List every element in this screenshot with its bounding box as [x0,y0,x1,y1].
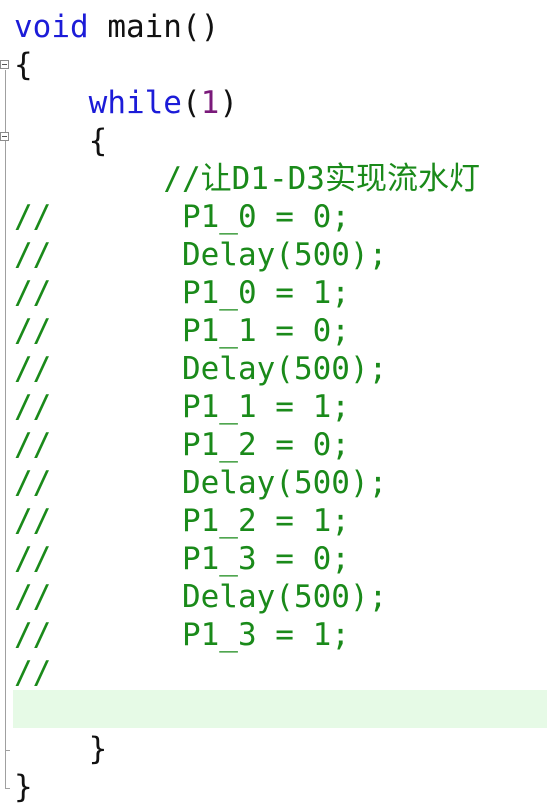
code-line[interactable]: // P1_0 = 1; [14,274,350,312]
code-line[interactable]: // P1_0 = 0; [14,198,350,236]
code-line[interactable]: void main() [14,8,219,46]
code-line[interactable]: // P1_1 = 0; [14,312,350,350]
commented-code: // [14,655,52,691]
fold-guide-line [5,70,6,788]
code-line[interactable]: // P1_3 = 1; [14,616,350,654]
open-brace: { [88,123,108,159]
code-line[interactable]: { [14,46,33,84]
code-line[interactable]: } [14,768,33,806]
current-line-highlight [13,690,547,728]
code-line[interactable]: //让D1-D3实现流水灯 [14,160,480,198]
code-editor[interactable]: void main() { while(1) { //让D1-D3实现流水灯 /… [0,0,547,808]
close-brace: } [88,731,108,767]
code-line[interactable]: // [14,654,51,692]
number-literal: 1 [200,85,220,121]
code-line[interactable]: while(1) [14,84,238,122]
commented-code: // P1_3 = 1; [14,617,350,653]
paren-open: ( [181,85,201,121]
code-line[interactable]: // P1_3 = 0; [14,540,350,578]
commented-code: // P1_2 = 1; [14,503,350,539]
commented-code: // P1_0 = 1; [14,275,350,311]
fold-toggle-main-icon[interactable] [0,60,9,69]
code-line[interactable]: // P1_2 = 0; [14,426,350,464]
commented-code: // P1_1 = 0; [14,313,350,349]
commented-code: // P1_1 = 1; [14,389,350,425]
code-line[interactable]: // P1_1 = 1; [14,388,350,426]
code-line[interactable]: // P1_2 = 1; [14,502,350,540]
commented-code: // P1_0 = 0; [14,199,350,235]
function-signature: main() [88,9,220,45]
commented-code: // Delay(500); [14,351,388,387]
commented-code: // P1_2 = 0; [14,427,350,463]
commented-code: // P1_3 = 0; [14,541,350,577]
commented-code: // Delay(500); [14,465,388,501]
fold-end-marker [5,788,10,789]
open-brace: { [14,47,33,83]
fold-toggle-while-icon[interactable] [0,132,9,141]
fold-end-marker [5,750,10,751]
code-line[interactable]: // Delay(500); [14,464,387,502]
code-line[interactable]: // Delay(500); [14,578,387,616]
fold-gutter [0,0,12,808]
code-line[interactable]: } [14,730,108,768]
code-line[interactable]: // Delay(500); [14,236,387,274]
code-line[interactable]: // Delay(500); [14,350,387,388]
commented-code: // Delay(500); [14,579,388,615]
keyword-void: void [14,9,89,45]
commented-code: // Delay(500); [14,237,388,273]
code-line[interactable]: { [14,122,108,160]
comment-text: //让D1-D3实现流水灯 [163,161,480,197]
keyword-while: while [88,85,182,121]
close-brace: } [14,769,33,805]
paren-close: ) [219,85,238,121]
